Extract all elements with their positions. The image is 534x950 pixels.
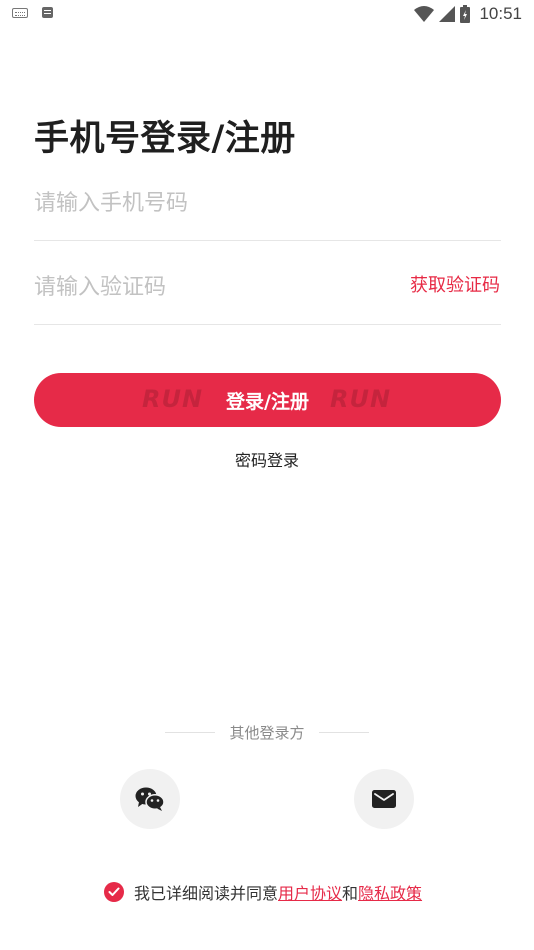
code-divider — [34, 324, 501, 325]
user-agreement-link[interactable]: 用户协议 — [278, 880, 342, 904]
check-icon — [108, 887, 120, 896]
mail-icon — [372, 790, 396, 808]
wechat-login-button[interactable] — [120, 769, 180, 829]
phone-input[interactable] — [34, 188, 501, 218]
other-login-label: 其他登录方 — [229, 724, 305, 742]
other-login-methods-divider: 其他登录方 — [0, 722, 534, 743]
divider-line-left — [165, 732, 216, 733]
phone-divider — [34, 240, 501, 241]
login-register-label: 登录/注册 — [226, 390, 309, 413]
login-register-button[interactable]: RUN RUN 登录/注册 — [34, 373, 501, 427]
privacy-policy-link[interactable]: 隐私政策 — [358, 880, 422, 904]
status-bar-left — [12, 7, 53, 18]
signal-icon — [439, 6, 456, 22]
run-watermark-right: RUN — [330, 385, 392, 413]
agreement-prefix: 我已详细阅读并同意 — [134, 884, 279, 903]
wechat-icon — [135, 787, 165, 811]
keyboard-icon — [12, 7, 28, 18]
wifi-icon — [414, 6, 435, 22]
agreement-checkbox[interactable] — [104, 882, 124, 902]
run-watermark-left: RUN — [142, 385, 204, 413]
agreement-row: 我已详细阅读并同意 用户协议 和 隐私政策 — [104, 880, 422, 904]
agreement-and: 和 — [342, 884, 359, 903]
battery-icon — [460, 5, 471, 23]
message-icon — [42, 7, 53, 18]
page-title: 手机号登录/注册 — [34, 119, 296, 159]
get-code-button[interactable]: 获取验证码 — [410, 271, 500, 297]
status-time: 10:51 — [479, 4, 522, 23]
divider-line-right — [318, 732, 369, 733]
password-login-link[interactable]: 密码登录 — [0, 447, 534, 471]
email-login-button[interactable] — [354, 769, 414, 829]
code-input[interactable] — [34, 272, 374, 302]
status-bar: 10:51 — [0, 0, 534, 30]
status-bar-right: 10:51 — [414, 4, 522, 24]
